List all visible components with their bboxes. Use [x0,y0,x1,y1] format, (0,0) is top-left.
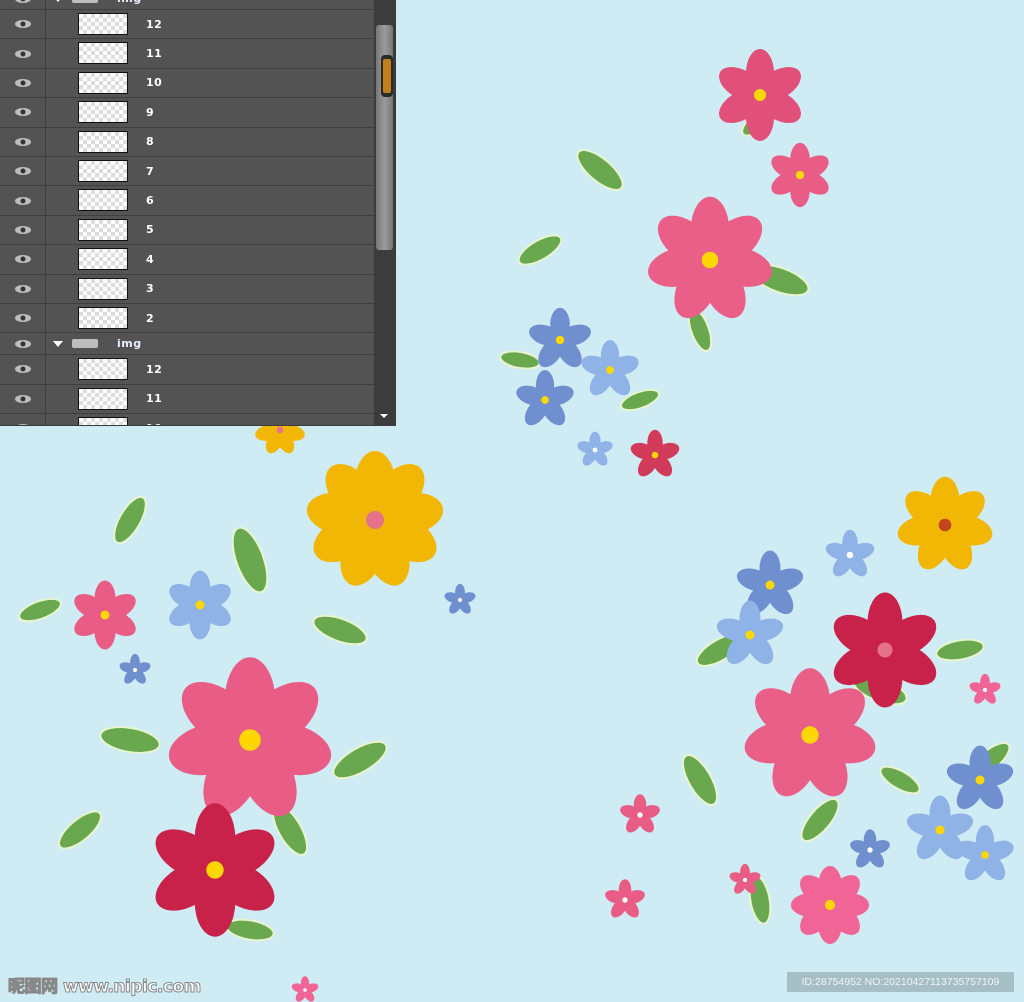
layer-row[interactable]: 2 [0,303,374,334]
layer-name: 12 [146,362,163,376]
layer-thumbnail [78,218,128,241]
layer-row[interactable]: 3 [0,274,374,304]
layer-thumbnail [78,189,128,212]
visibility-eye-icon[interactable] [0,68,46,98]
layer-name: 5 [146,223,155,237]
layer-name: 8 [146,135,155,149]
layers-panel: img 12 11 10 9 8 7 6 5 4 3 2 img 12 11 10 [0,0,396,426]
layer-group-row[interactable]: img [0,0,374,10]
layer-row[interactable]: 11 [0,39,374,69]
layer-row[interactable]: 11 [0,384,374,415]
expand-arrow-icon[interactable] [53,0,63,2]
layer-row[interactable]: 5 [0,215,374,246]
visibility-eye-icon[interactable] [0,0,46,9]
layer-name: 11 [146,392,163,406]
layer-name: 10 [146,414,162,425]
visibility-eye-icon[interactable] [0,39,46,68]
layer-group-row[interactable]: img [0,333,374,356]
scroll-grip[interactable] [381,55,393,97]
layer-name: 7 [146,164,155,178]
layer-row[interactable]: 7 [0,156,374,187]
layer-name: img [117,337,142,351]
layer-thumbnail [78,417,128,425]
visibility-eye-icon[interactable] [0,414,46,425]
layer-name: 10 [146,76,163,90]
layer-name: 9 [146,105,155,119]
layer-thumbnail [78,159,128,182]
layer-row[interactable]: 10 [0,68,374,99]
layers-list: img 12 11 10 9 8 7 6 5 4 3 2 img 12 11 10 [0,0,374,425]
layer-row[interactable]: 6 [0,186,374,216]
layer-thumbnail [78,130,128,153]
layer-name: 2 [146,311,155,325]
layer-thumbnail [78,13,128,35]
visibility-eye-icon[interactable] [0,186,46,215]
visibility-eye-icon[interactable] [0,355,46,384]
visibility-eye-icon[interactable] [0,333,46,355]
layer-name: 3 [146,282,155,296]
layer-name: 4 [146,252,155,266]
layer-row[interactable]: 9 [0,98,374,128]
visibility-eye-icon[interactable] [0,98,46,127]
visibility-eye-icon[interactable] [0,215,46,245]
layer-thumbnail [78,71,128,94]
layer-row[interactable]: 10 [0,414,374,425]
visibility-eye-icon[interactable] [0,303,46,333]
nipic-watermark-logo: 昵图网 www.nipic.com [8,977,202,998]
layer-thumbnail [78,277,128,300]
visibility-eye-icon[interactable] [0,127,46,156]
layer-thumbnail [78,101,128,124]
layer-thumbnail [78,306,128,329]
expand-arrow-icon[interactable] [53,341,63,348]
layer-row[interactable]: 8 [0,127,374,157]
layer-thumbnail [78,42,128,65]
visibility-eye-icon[interactable] [0,384,46,414]
layer-name: 11 [146,47,163,61]
folder-icon [72,339,98,349]
scroll-down-arrow-icon[interactable] [380,414,388,418]
layer-row[interactable]: 12 [0,10,374,40]
layer-name: 6 [146,194,155,208]
folder-icon [72,0,98,3]
layer-name: 12 [146,17,163,31]
image-id-watermark: ID:28754952 NO:20210427113735757109 [787,972,1014,992]
layer-thumbnail [78,387,128,410]
visibility-eye-icon[interactable] [0,156,46,186]
layer-row[interactable]: 4 [0,245,374,275]
layer-row[interactable]: 12 [0,355,374,385]
visibility-eye-icon[interactable] [0,245,46,274]
layer-group-name: img [117,0,142,9]
visibility-eye-icon[interactable] [0,10,46,39]
layer-thumbnail [78,358,128,381]
layer-thumbnail [78,248,128,271]
visibility-eye-icon[interactable] [0,274,46,303]
